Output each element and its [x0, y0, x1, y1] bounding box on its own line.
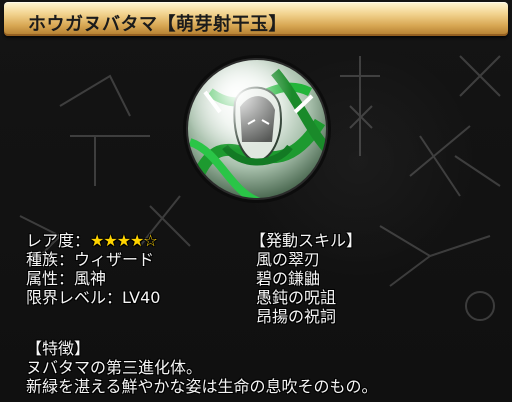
description-line: 新緑を湛える鮮やかな姿は生命の息吹そのもの。 — [26, 377, 378, 396]
skill-item: 風の翠刃 — [256, 250, 321, 269]
skill-item: 碧の鎌鼬 — [256, 269, 321, 288]
card-detail-panel: ホウガヌバタマ【萌芽射干玉】 レア度：★★★★☆ 種族：ウィザード 属性：風神 … — [0, 0, 512, 402]
character-orb-icon — [180, 52, 334, 206]
card-title: ホウガヌバタマ【萌芽射干玉】 — [28, 14, 287, 35]
skill-item: 愚鈍の呪詛 — [256, 288, 337, 307]
skills-block: 【発動スキル】 風の翠刃 碧の鎌鼬 愚鈍の呪詛 昂揚の祝詞 — [250, 231, 362, 326]
rarity-stars: ★★★★☆ — [90, 231, 158, 250]
skills-header: 【発動スキル】 — [250, 231, 363, 250]
description-block: 【特徴】 ヌバタマの第三進化体。 新緑を湛える鮮やかな姿は生命の息吹そのもの。 — [26, 339, 378, 396]
description-header: 【特徴】 — [26, 339, 91, 358]
rarity-label: レア度： — [26, 231, 91, 250]
attribute-text: 属性：風神 — [26, 269, 107, 288]
rarity-row: レア度：★★★★☆ — [26, 231, 160, 250]
title-bar: ホウガヌバタマ【萌芽射干玉】 — [4, 2, 508, 36]
description-line: ヌバタマの第三進化体。 — [26, 358, 203, 377]
tribe-text: 種族：ウィザード — [26, 250, 155, 269]
limit-level-text: 限界レベル：LV40 — [26, 288, 161, 307]
stats-block: レア度：★★★★☆ 種族：ウィザード 属性：風神 限界レベル：LV40 — [26, 231, 160, 307]
skill-item: 昂揚の祝詞 — [256, 307, 337, 326]
